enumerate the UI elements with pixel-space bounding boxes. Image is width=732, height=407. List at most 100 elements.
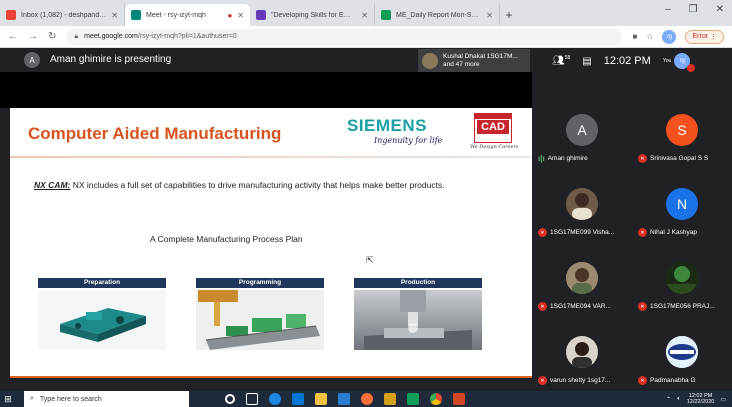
process-step-preparation: Preparation bbox=[38, 278, 166, 350]
camera-icon[interactable]: ■ bbox=[632, 32, 637, 41]
pinned-name: Kushal Dhakal 1SG17M... bbox=[443, 53, 518, 60]
meeting-clock: 12:02 PM bbox=[603, 55, 651, 67]
participant-avatar: A bbox=[566, 114, 598, 146]
mail-icon[interactable] bbox=[338, 393, 350, 405]
participant-avatar: S bbox=[666, 114, 698, 146]
tray-chevron-icon[interactable]: ⌃ bbox=[666, 396, 671, 403]
step-label: Programming bbox=[196, 278, 324, 288]
task-view-icon[interactable] bbox=[246, 393, 258, 405]
participant-tile[interactable]: ✕ Padmanabha G bbox=[632, 318, 732, 392]
cad-logo: CAD bbox=[474, 113, 512, 143]
taskbar-search-placeholder: Type here to search bbox=[39, 395, 102, 403]
desc-text: NX includes a full set of capabilities t… bbox=[70, 180, 445, 190]
app-icon[interactable] bbox=[384, 393, 396, 405]
star-icon[interactable]: ☆ bbox=[646, 32, 653, 41]
participant-tile[interactable]: ✕ varun shetty 1sg17... bbox=[532, 318, 632, 392]
close-tab-icon[interactable]: ✕ bbox=[361, 11, 368, 20]
tab-title: ME_Daily Report Mon-Sat - Goo bbox=[396, 11, 481, 19]
participant-name: 1SG17ME094 VAR... bbox=[550, 303, 611, 310]
close-tab-icon[interactable]: ✕ bbox=[486, 11, 493, 20]
presenting-label: Aman ghimire is presenting bbox=[50, 54, 172, 65]
chat-icon[interactable]: ▤ bbox=[582, 56, 591, 67]
participant-photo bbox=[566, 262, 598, 294]
maximize-icon[interactable]: ❐ bbox=[689, 4, 698, 15]
process-step-production: Production bbox=[354, 278, 482, 350]
store-icon[interactable] bbox=[292, 393, 304, 405]
cortana-icon[interactable] bbox=[225, 394, 235, 404]
participant-name: 1SG17ME056 PRAJ... bbox=[650, 303, 715, 310]
volume-icon[interactable]: 🔈︎ bbox=[677, 396, 681, 403]
slide-description: NX CAM: NX includes a full set of capabi… bbox=[34, 180, 445, 190]
mouse-cursor-icon: ⇱ bbox=[366, 255, 374, 265]
taskbar-search[interactable]: ⌕ Type here to search bbox=[24, 391, 189, 407]
participant-tile[interactable]: ✕ 1SG17ME099 Visha... bbox=[532, 170, 632, 244]
participant-name: Padmanabha G bbox=[650, 377, 696, 384]
profile-avatar[interactable]: rg bbox=[662, 29, 677, 44]
participant-tile[interactable]: ✕ 1SG17ME056 PRAJ... bbox=[632, 244, 732, 318]
browser-tab-strip: Inbox (1,082) - deshpande@sapt ✕ Meet - … bbox=[0, 0, 732, 26]
firefox-icon[interactable] bbox=[361, 393, 373, 405]
tab-meet[interactable]: Meet - rsy-izyt-mqh ● ✕ bbox=[125, 4, 250, 26]
edge-icon[interactable] bbox=[269, 393, 281, 405]
participant-name: Nihal J Kashyap bbox=[650, 229, 697, 236]
shared-slide: Computer Aided Manufacturing SIEMENS Ing… bbox=[10, 108, 532, 378]
forward-icon[interactable]: → bbox=[28, 31, 38, 42]
url-host: meet.google.com bbox=[84, 33, 138, 40]
people-icon[interactable]: 👥︎58 bbox=[552, 55, 570, 66]
participant-photo bbox=[666, 262, 698, 294]
participant-photo bbox=[566, 188, 598, 220]
participant-name: Aman ghimire bbox=[547, 155, 588, 162]
participant-photo bbox=[666, 336, 698, 368]
url-path: /rsy-izyt-mqh?pli=1&authuser=0 bbox=[137, 33, 237, 40]
participant-photo bbox=[422, 53, 438, 69]
self-avatar: rg bbox=[674, 53, 696, 72]
chrome-icon[interactable] bbox=[430, 393, 442, 405]
slide-footer-bar bbox=[10, 376, 532, 378]
mic-muted-icon: ✕ bbox=[638, 154, 647, 163]
self-view[interactable]: You rg bbox=[662, 53, 696, 72]
participant-tile[interactable]: A ı|ı Aman ghimire bbox=[532, 96, 632, 170]
minimize-icon[interactable]: – bbox=[665, 4, 671, 15]
mic-muted-icon: ✕ bbox=[638, 376, 647, 385]
reload-icon[interactable]: ↻ bbox=[48, 31, 56, 42]
participant-name: 1SG17ME099 Visha... bbox=[550, 229, 615, 236]
new-tab-button[interactable]: + bbox=[500, 4, 518, 26]
error-button[interactable]: Error ⋮ bbox=[685, 29, 724, 44]
you-label: You bbox=[662, 58, 672, 64]
participant-name: Srinivasa Gopal S S bbox=[650, 155, 709, 162]
notifications-icon[interactable]: ▭ bbox=[720, 396, 726, 403]
file-explorer-icon[interactable] bbox=[315, 393, 327, 405]
sheets-icon bbox=[381, 10, 391, 20]
back-icon[interactable]: ← bbox=[8, 31, 18, 42]
url-field[interactable]: 🔒︎ meet.google.com/rsy-izyt-mqh?pli=1&au… bbox=[66, 28, 623, 45]
close-tab-icon[interactable]: ✕ bbox=[237, 11, 244, 20]
tab-developing-skills[interactable]: "Developing Skills for Employabi ✕ bbox=[250, 4, 375, 26]
powerpoint-icon[interactable] bbox=[453, 393, 465, 405]
speaking-indicator-icon: ı|ı bbox=[538, 154, 545, 163]
address-bar-row: ← → ↻ 🔒︎ meet.google.com/rsy-izyt-mqh?pl… bbox=[0, 26, 732, 48]
close-tab-icon[interactable]: ✕ bbox=[111, 11, 118, 20]
participant-tile[interactable]: S ✕ Srinivasa Gopal S S bbox=[632, 96, 732, 170]
mic-muted-icon: ✕ bbox=[538, 228, 547, 237]
pinned-participant[interactable]: Kushal Dhakal 1SG17M... and 47 more bbox=[418, 49, 530, 73]
pinned-more: and 47 more bbox=[443, 61, 480, 68]
lock-icon: 🔒︎ bbox=[74, 32, 79, 40]
siemens-logo: SIEMENS bbox=[347, 116, 428, 135]
people-count: 58 bbox=[564, 55, 571, 62]
forms-icon bbox=[256, 10, 266, 20]
production-image bbox=[354, 290, 482, 350]
cad-signature: We Design Careers bbox=[470, 144, 519, 150]
system-tray: ⌃ 🔈︎ 12:02 PM 12/22/2020 ▭ bbox=[666, 391, 726, 407]
participant-tile[interactable]: ✕ 1SG17ME094 VAR... bbox=[532, 244, 632, 318]
presentation-letterbox bbox=[0, 72, 532, 108]
muted-indicator-icon bbox=[687, 64, 696, 72]
tab-gmail[interactable]: Inbox (1,082) - deshpande@sapt ✕ bbox=[0, 4, 125, 26]
programming-image bbox=[196, 290, 324, 350]
participant-tile[interactable]: N ✕ Nihal J Kashyap bbox=[632, 170, 732, 244]
windows-start-icon[interactable]: ⊞ bbox=[0, 391, 16, 407]
tray-clock[interactable]: 12:02 PM 12/22/2020 bbox=[687, 393, 715, 405]
tab-daily-report[interactable]: ME_Daily Report Mon-Sat - Goo ✕ bbox=[375, 4, 500, 26]
mic-muted-icon: ✕ bbox=[538, 302, 547, 311]
sheets-taskbar-icon[interactable] bbox=[407, 393, 419, 405]
close-window-icon[interactable]: ✕ bbox=[716, 4, 724, 15]
